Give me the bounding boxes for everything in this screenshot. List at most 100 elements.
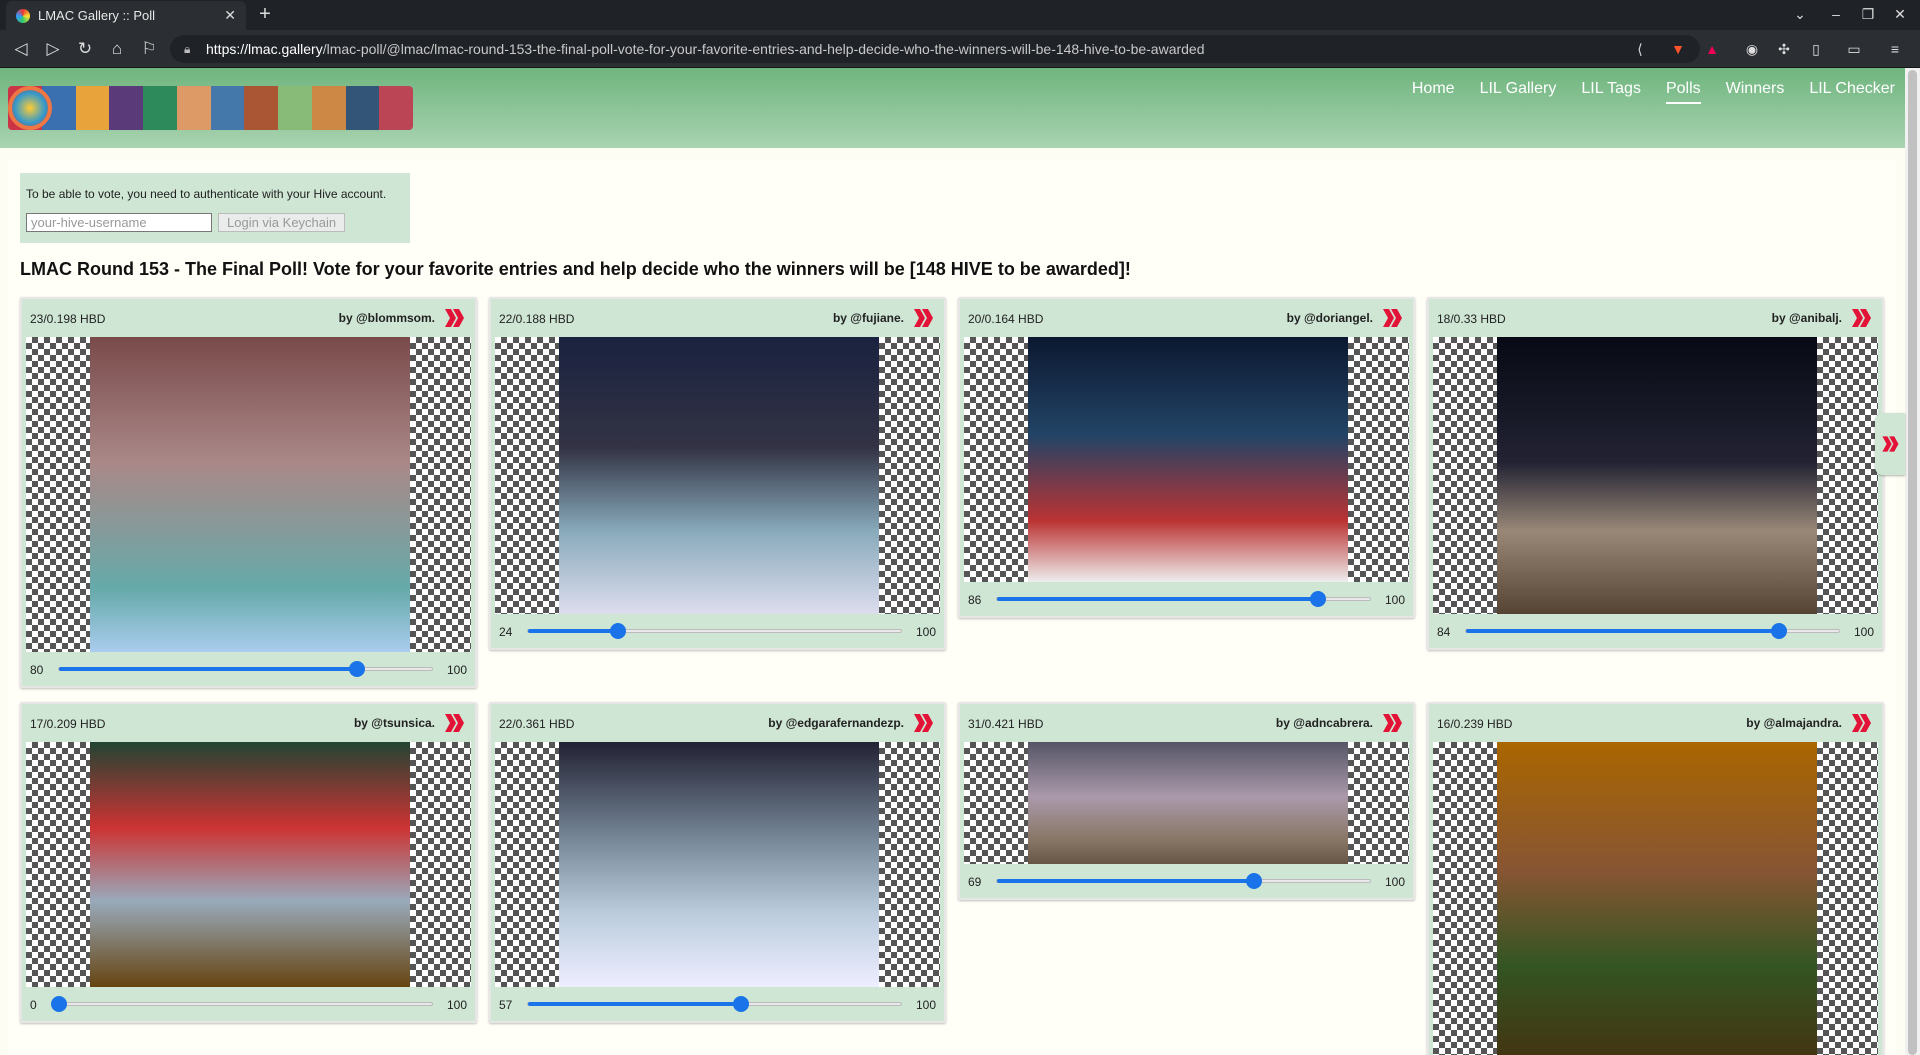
entry-card: 22/0.188 HBD by @fujiane. 24 100 bbox=[489, 297, 946, 650]
entry-image-frame bbox=[495, 337, 940, 614]
tab-title: LMAC Gallery :: Poll bbox=[38, 8, 156, 23]
hive-icon[interactable] bbox=[1379, 305, 1405, 331]
vote-slider-fill bbox=[997, 597, 1318, 601]
hive-icon[interactable] bbox=[1848, 710, 1874, 736]
hive-icon[interactable] bbox=[441, 305, 467, 331]
entry-author[interactable]: by @blommsom. bbox=[339, 311, 435, 325]
window-close-icon[interactable]: ✕ bbox=[1890, 6, 1910, 23]
close-icon[interactable]: ✕ bbox=[224, 7, 236, 24]
menu-icon[interactable]: ≡ bbox=[1885, 39, 1905, 59]
back-icon[interactable]: ◁ bbox=[10, 38, 32, 60]
entry-image[interactable] bbox=[1028, 742, 1348, 864]
entry-author[interactable]: by @edgarafernandezp. bbox=[768, 716, 904, 730]
login-keychain-button[interactable]: Login via Keychain bbox=[218, 213, 346, 232]
entry-author[interactable]: by @fujiane. bbox=[833, 311, 904, 325]
vote-slider[interactable] bbox=[996, 591, 1371, 607]
entry-author[interactable]: by @tsunsica. bbox=[354, 716, 435, 730]
entry-hbd: 18/0.33 HBD bbox=[1437, 312, 1506, 326]
entry-card: 17/0.209 HBD by @tsunsica. 0 100 bbox=[20, 702, 477, 1023]
vote-slider[interactable] bbox=[527, 623, 902, 639]
entry-image[interactable] bbox=[559, 742, 879, 987]
hive-icon bbox=[1882, 436, 1899, 452]
hive-icon[interactable] bbox=[1848, 305, 1874, 331]
vote-slider-thumb[interactable] bbox=[1246, 873, 1263, 889]
entry-card: 18/0.33 HBD by @anibalj. 84 100 bbox=[1427, 297, 1884, 650]
hive-icon[interactable] bbox=[441, 710, 467, 736]
home-icon[interactable]: ⌂ bbox=[106, 38, 128, 60]
vote-slider-fill bbox=[1466, 629, 1780, 633]
lmac-logo[interactable] bbox=[8, 86, 413, 130]
nav-lil-checker[interactable]: LIL Checker bbox=[1809, 80, 1895, 104]
vote-max: 100 bbox=[1853, 625, 1874, 639]
vote-slider[interactable] bbox=[996, 873, 1371, 889]
vote-slider-thumb[interactable] bbox=[51, 996, 67, 1012]
entry-image-frame bbox=[26, 337, 471, 652]
hive-icon[interactable] bbox=[910, 305, 936, 331]
nav-lil-tags[interactable]: LIL Tags bbox=[1581, 80, 1641, 104]
entry-author[interactable]: by @almajandra. bbox=[1746, 716, 1842, 730]
tab-list-chevron-icon[interactable]: ⌄ bbox=[1790, 6, 1810, 23]
page-scrollbar[interactable] bbox=[1905, 68, 1920, 1055]
entry-author[interactable]: by @adncabrera. bbox=[1276, 716, 1373, 730]
reload-icon[interactable]: ↻ bbox=[74, 38, 96, 60]
bookmark-icon[interactable]: ⚐ bbox=[138, 38, 160, 60]
entry-image[interactable] bbox=[1497, 742, 1817, 1055]
entry-image-frame bbox=[964, 337, 1409, 582]
hive-icon[interactable] bbox=[1379, 710, 1405, 736]
hive-icon[interactable] bbox=[910, 710, 936, 736]
nav-winners[interactable]: Winners bbox=[1726, 80, 1785, 104]
entry-image[interactable] bbox=[1028, 337, 1348, 582]
vote-value: 0 bbox=[30, 998, 37, 1012]
maximize-icon[interactable]: ❐ bbox=[1858, 6, 1878, 23]
vote-value: 84 bbox=[1437, 625, 1451, 639]
vote-slider-thumb[interactable] bbox=[1309, 591, 1326, 607]
url-path: /lmac-poll/@lmac/lmac-round-153-the-fina… bbox=[322, 41, 1205, 57]
vote-slider[interactable] bbox=[51, 996, 433, 1012]
url-bar[interactable]: 🔒︎ https://lmac.gallery/lmac-poll/@lmac/… bbox=[170, 35, 1700, 63]
vote-slider[interactable] bbox=[58, 661, 433, 677]
rewards-icon[interactable]: ▲ bbox=[1702, 39, 1722, 59]
brave-shield-icon[interactable]: ▼ bbox=[1668, 39, 1688, 59]
nav-lil-gallery[interactable]: LIL Gallery bbox=[1480, 80, 1557, 104]
vote-max: 100 bbox=[446, 663, 467, 677]
vote-slider-fill bbox=[59, 667, 358, 671]
forward-icon[interactable]: ▷ bbox=[42, 38, 64, 60]
vote-value: 80 bbox=[30, 663, 44, 677]
vote-slider[interactable] bbox=[527, 996, 902, 1012]
puzzle-icon[interactable]: ✣ bbox=[1774, 39, 1794, 59]
entry-author[interactable]: by @anibalj. bbox=[1772, 311, 1842, 325]
site-header: Home LIL Gallery LIL Tags Polls Winners … bbox=[0, 68, 1905, 148]
vote-value: 86 bbox=[968, 593, 982, 607]
vote-max: 100 bbox=[1384, 875, 1405, 889]
entry-image[interactable] bbox=[559, 337, 879, 614]
entry-image[interactable] bbox=[90, 337, 410, 652]
share-icon[interactable]: ⟨ bbox=[1630, 39, 1650, 59]
vote-slider-thumb[interactable] bbox=[732, 996, 749, 1012]
hive-side-tab[interactable] bbox=[1875, 413, 1905, 475]
poll-title: LMAC Round 153 - The Final Poll! Vote fo… bbox=[20, 259, 1131, 279]
scrollbar-thumb[interactable] bbox=[1908, 70, 1917, 1055]
browser-tab[interactable]: LMAC Gallery :: Poll ✕ bbox=[6, 1, 246, 30]
entry-image-frame bbox=[1433, 337, 1878, 614]
hive-username-input[interactable] bbox=[26, 213, 212, 232]
sidebar-icon[interactable]: ▯ bbox=[1806, 39, 1826, 59]
vote-max: 100 bbox=[915, 625, 936, 639]
minimize-icon[interactable]: – bbox=[1826, 6, 1846, 22]
extension-icon[interactable]: ◉ bbox=[1742, 39, 1762, 59]
entry-image-frame bbox=[1433, 742, 1878, 1055]
vote-slider-thumb[interactable] bbox=[609, 623, 626, 639]
entry-image[interactable] bbox=[90, 742, 410, 987]
vote-slider-thumb[interactable] bbox=[349, 661, 366, 677]
entry-card: 22/0.361 HBD by @edgarafernandezp. 57 100 bbox=[489, 702, 946, 1023]
nav-home[interactable]: Home bbox=[1412, 80, 1455, 104]
vote-slider-thumb[interactable] bbox=[1771, 623, 1788, 639]
entry-author[interactable]: by @doriangel. bbox=[1287, 311, 1373, 325]
vote-value: 24 bbox=[499, 625, 513, 639]
nav-polls[interactable]: Polls bbox=[1665, 80, 1701, 104]
entry-image[interactable] bbox=[1497, 337, 1817, 614]
login-box: To be able to vote, you need to authenti… bbox=[20, 173, 410, 243]
wallet-icon[interactable]: ▭ bbox=[1844, 39, 1864, 59]
vote-slider[interactable] bbox=[1465, 623, 1840, 639]
new-tab-icon[interactable]: + bbox=[253, 4, 277, 26]
vote-slider-fill bbox=[528, 629, 618, 633]
